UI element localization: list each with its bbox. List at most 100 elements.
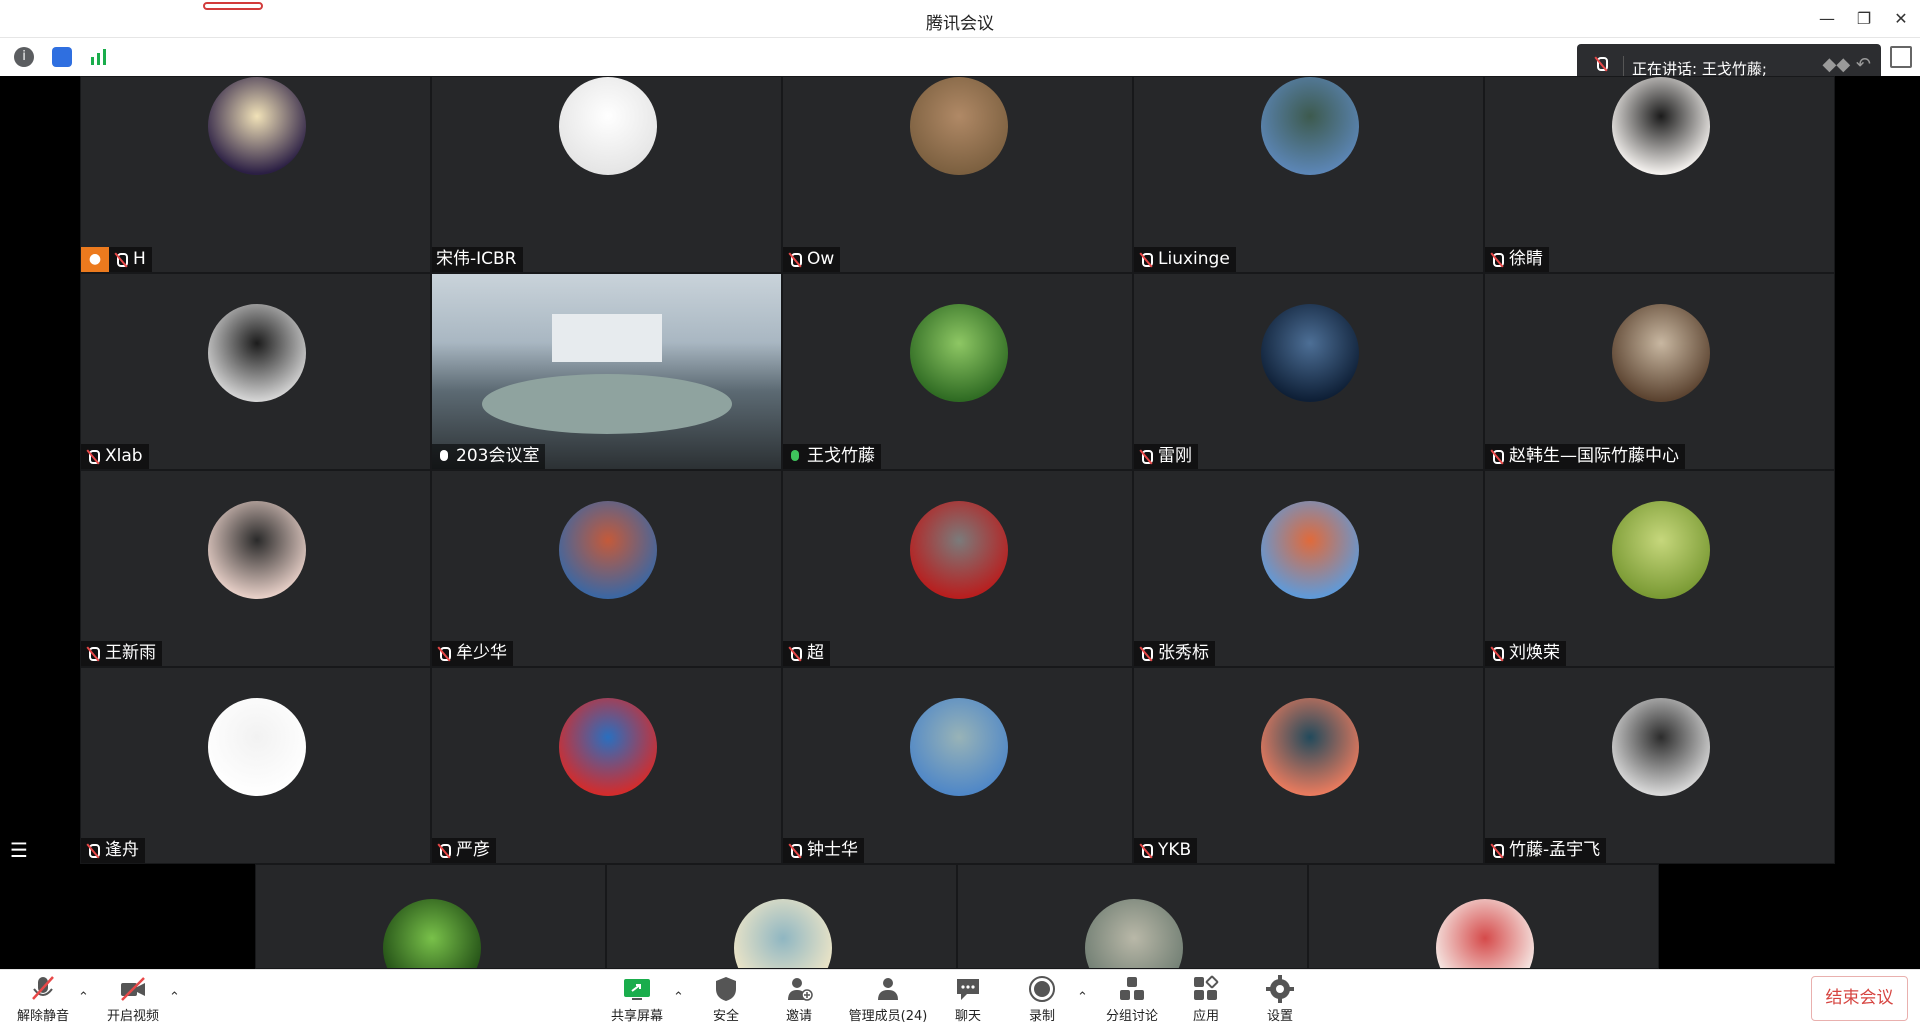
end-meeting-button[interactable]: 结束会议 [1811, 976, 1908, 1021]
avatar [734, 899, 832, 968]
avatar [1261, 304, 1359, 402]
avatar [910, 698, 1008, 796]
mic-off-icon [1138, 252, 1154, 268]
manage-members-label: 管理成员(24) [848, 1009, 928, 1024]
participant-name-tag: 刘焕荣 [1485, 641, 1566, 666]
participant-tile[interactable]: 赵韩生—国际竹藤中心 [1484, 273, 1835, 470]
participant-tile[interactable]: 严彦 [431, 667, 782, 864]
participant-tile[interactable]: 逢舟 [80, 667, 431, 864]
unmute-button[interactable]: 解除静音 [14, 975, 72, 1024]
participant-name: 王戈竹藤 [807, 446, 875, 466]
participant-name-tag: 徐睛 [1485, 247, 1549, 272]
avatar [1261, 698, 1359, 796]
avatar [208, 698, 306, 796]
mic-off-icon [1489, 449, 1505, 465]
participant-tile[interactable]: 刘焕荣 [1484, 470, 1835, 667]
record-options-chevron[interactable]: ⌃ [1077, 990, 1088, 1005]
share-options-chevron[interactable]: ⌃ [673, 990, 684, 1005]
avatar [1085, 899, 1183, 968]
participant-tile[interactable]: 宋伟-ICBR [431, 76, 782, 273]
info-icon[interactable]: i [14, 47, 34, 67]
participant-tile[interactable] [606, 864, 957, 969]
avatar [208, 304, 306, 402]
participant-name-tag: 严彦 [432, 838, 496, 863]
window-title: 腾讯会议 [926, 14, 994, 34]
participant-name-tag: 203会议室 [432, 444, 546, 469]
start-video-button[interactable]: 开启视频 [104, 975, 162, 1024]
participant-tile[interactable] [957, 864, 1308, 969]
participant-tile[interactable]: 竹藤-孟宇飞 [1484, 667, 1835, 864]
breakout-button[interactable]: 分组讨论 [1100, 975, 1164, 1024]
unmute-label: 解除静音 [16, 1009, 69, 1024]
participant-tile[interactable]: Ow [782, 76, 1133, 273]
participant-tile[interactable]: 徐睛 [1484, 76, 1835, 273]
participant-name-tag: 赵韩生—国际竹藤中心 [1485, 444, 1685, 469]
participant-tile[interactable]: 王新雨 [80, 470, 431, 667]
gear-icon [1266, 975, 1294, 1003]
participant-name-tag: 竹藤-孟宇飞 [1485, 838, 1607, 863]
fullscreen-icon[interactable] [1890, 46, 1912, 68]
speaker-avatars-icon: ◆◆ ↶ [1822, 54, 1872, 75]
participant-tile[interactable] [255, 864, 606, 969]
shield-icon[interactable] [52, 47, 72, 67]
participant-name: 徐睛 [1509, 249, 1543, 269]
participant-tile[interactable]: Liuxinge [1133, 76, 1484, 273]
minimize-button[interactable]: — [1816, 8, 1838, 30]
avatar [1612, 77, 1710, 175]
participant-tile[interactable]: 钟士华 [782, 667, 1133, 864]
participant-name: 刘焕荣 [1509, 643, 1560, 663]
settings-button[interactable]: 设置 [1256, 975, 1304, 1024]
avatar [559, 501, 657, 599]
participant-tile[interactable] [1308, 864, 1659, 969]
audio-options-chevron[interactable]: ⌃ [78, 990, 89, 1005]
mic-off-icon [1138, 646, 1154, 662]
share-screen-button[interactable]: 共享屏幕 [607, 975, 667, 1024]
mic-off-icon [1138, 449, 1154, 465]
signal-icon[interactable] [89, 47, 109, 67]
avatar [1261, 77, 1359, 175]
breakout-icon [1118, 975, 1146, 1003]
mic-off-icon [787, 252, 803, 268]
mic-off-icon [787, 646, 803, 662]
mic-icon [436, 449, 452, 465]
participant-tile[interactable]: ● H [80, 76, 431, 273]
manage-members-button[interactable]: 管理成员(24) [840, 975, 936, 1024]
participant-tile[interactable]: 超 [782, 470, 1133, 667]
mic-off-icon [85, 646, 101, 662]
participant-name: Ow [807, 249, 835, 269]
participant-tile[interactable]: Xlab [80, 273, 431, 470]
mic-off-icon [787, 843, 803, 859]
participant-tile[interactable]: 203会议室 [431, 273, 782, 470]
apps-button[interactable]: 应用 [1182, 975, 1230, 1024]
mic-off-icon [85, 843, 101, 859]
participant-name-tag: 张秀标 [1134, 641, 1215, 666]
participant-tile[interactable]: YKB [1133, 667, 1484, 864]
invite-button[interactable]: 邀请 [775, 975, 823, 1024]
restore-button[interactable]: ❐ [1853, 8, 1875, 30]
chat-label: 聊天 [954, 1009, 981, 1024]
participant-name-tag: Xlab [81, 444, 149, 469]
chat-button[interactable]: 聊天 [944, 975, 992, 1024]
close-button[interactable]: ✕ [1890, 8, 1912, 30]
participant-name: 超 [807, 643, 824, 663]
avatar [1261, 501, 1359, 599]
participant-tile[interactable]: 雷刚 [1133, 273, 1484, 470]
video-options-chevron[interactable]: ⌃ [169, 990, 180, 1005]
participant-name-tag: YKB [1134, 838, 1198, 863]
participant-tile[interactable]: 王戈竹藤 [782, 273, 1133, 470]
record-button[interactable]: 录制 [1018, 975, 1066, 1024]
add-user-icon [785, 975, 813, 1003]
participant-name: 王新雨 [105, 643, 156, 663]
mic-off-icon [113, 252, 129, 268]
security-button[interactable]: 安全 [702, 975, 750, 1024]
participant-name: H [133, 249, 146, 269]
participant-name-tag: 宋伟-ICBR [432, 247, 523, 272]
mic-active-icon [787, 449, 803, 465]
avatar [559, 77, 657, 175]
apps-icon [1192, 975, 1220, 1003]
member-list-icon[interactable]: ☰ [10, 838, 28, 862]
participant-tile[interactable]: 牟少华 [431, 470, 782, 667]
security-label: 安全 [712, 1009, 739, 1024]
participant-tile[interactable]: 张秀标 [1133, 470, 1484, 667]
avatar [559, 698, 657, 796]
